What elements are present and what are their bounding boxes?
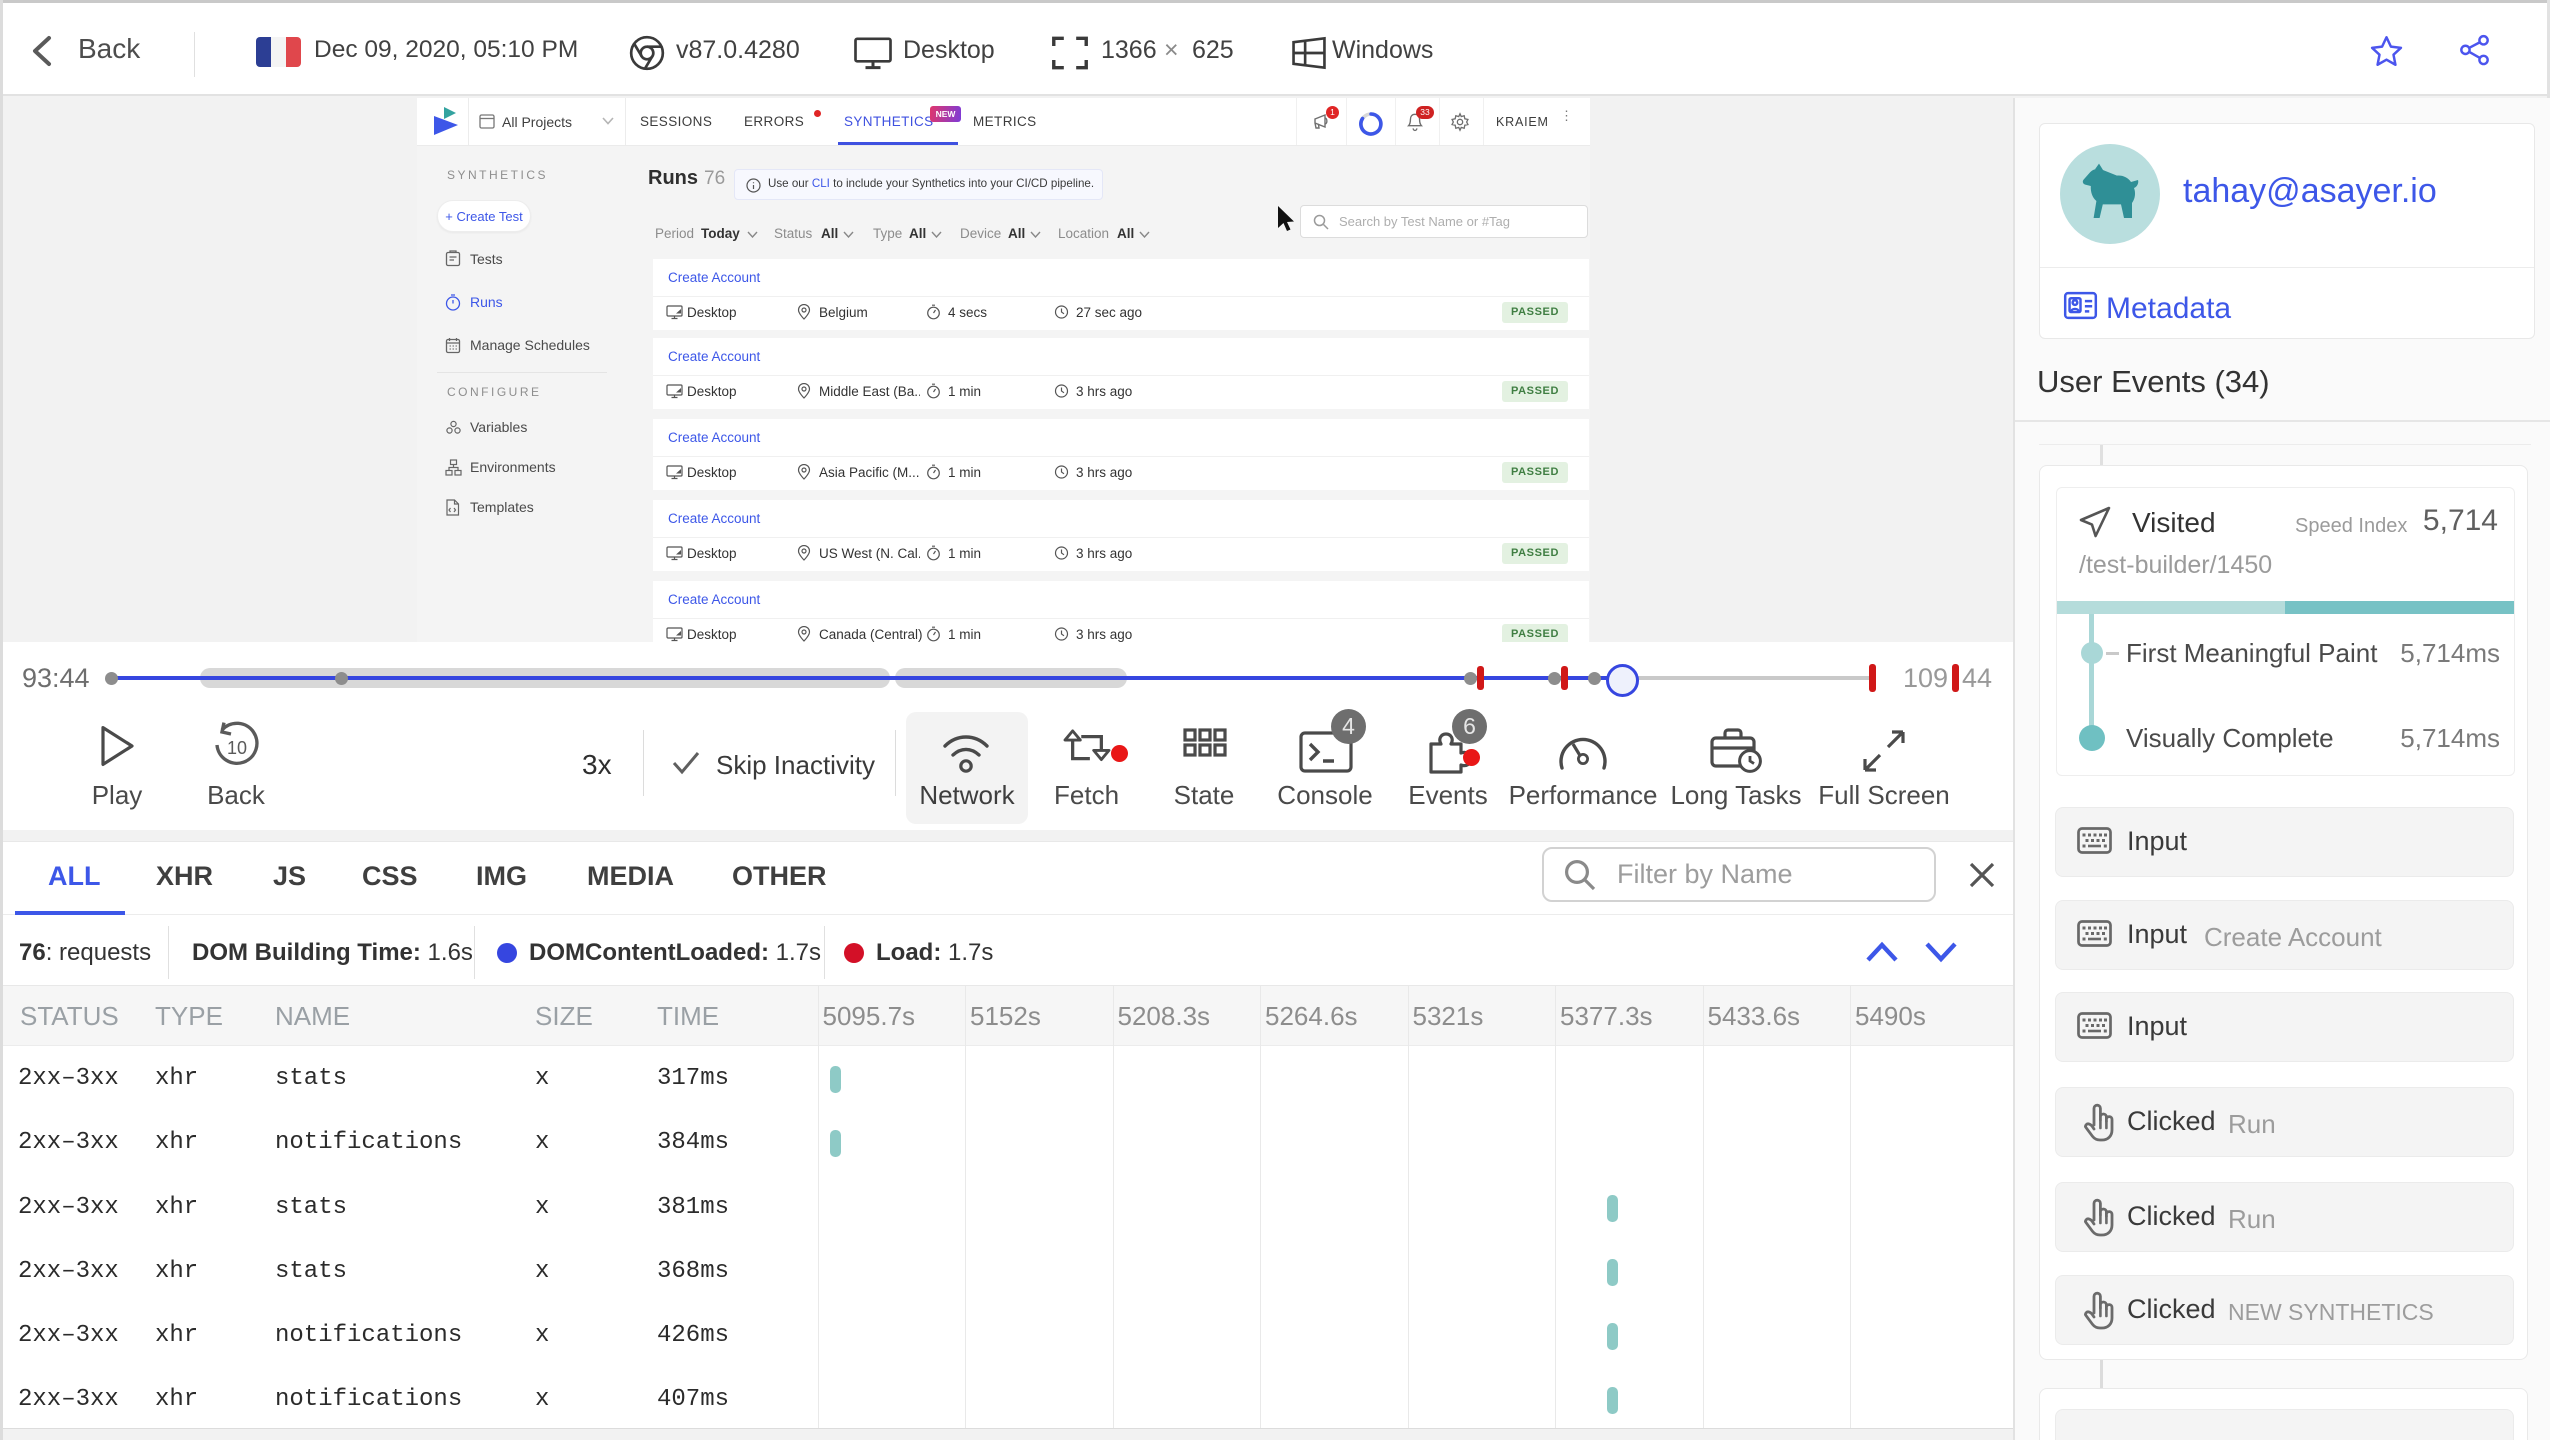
svg-text:10: 10	[227, 738, 247, 758]
